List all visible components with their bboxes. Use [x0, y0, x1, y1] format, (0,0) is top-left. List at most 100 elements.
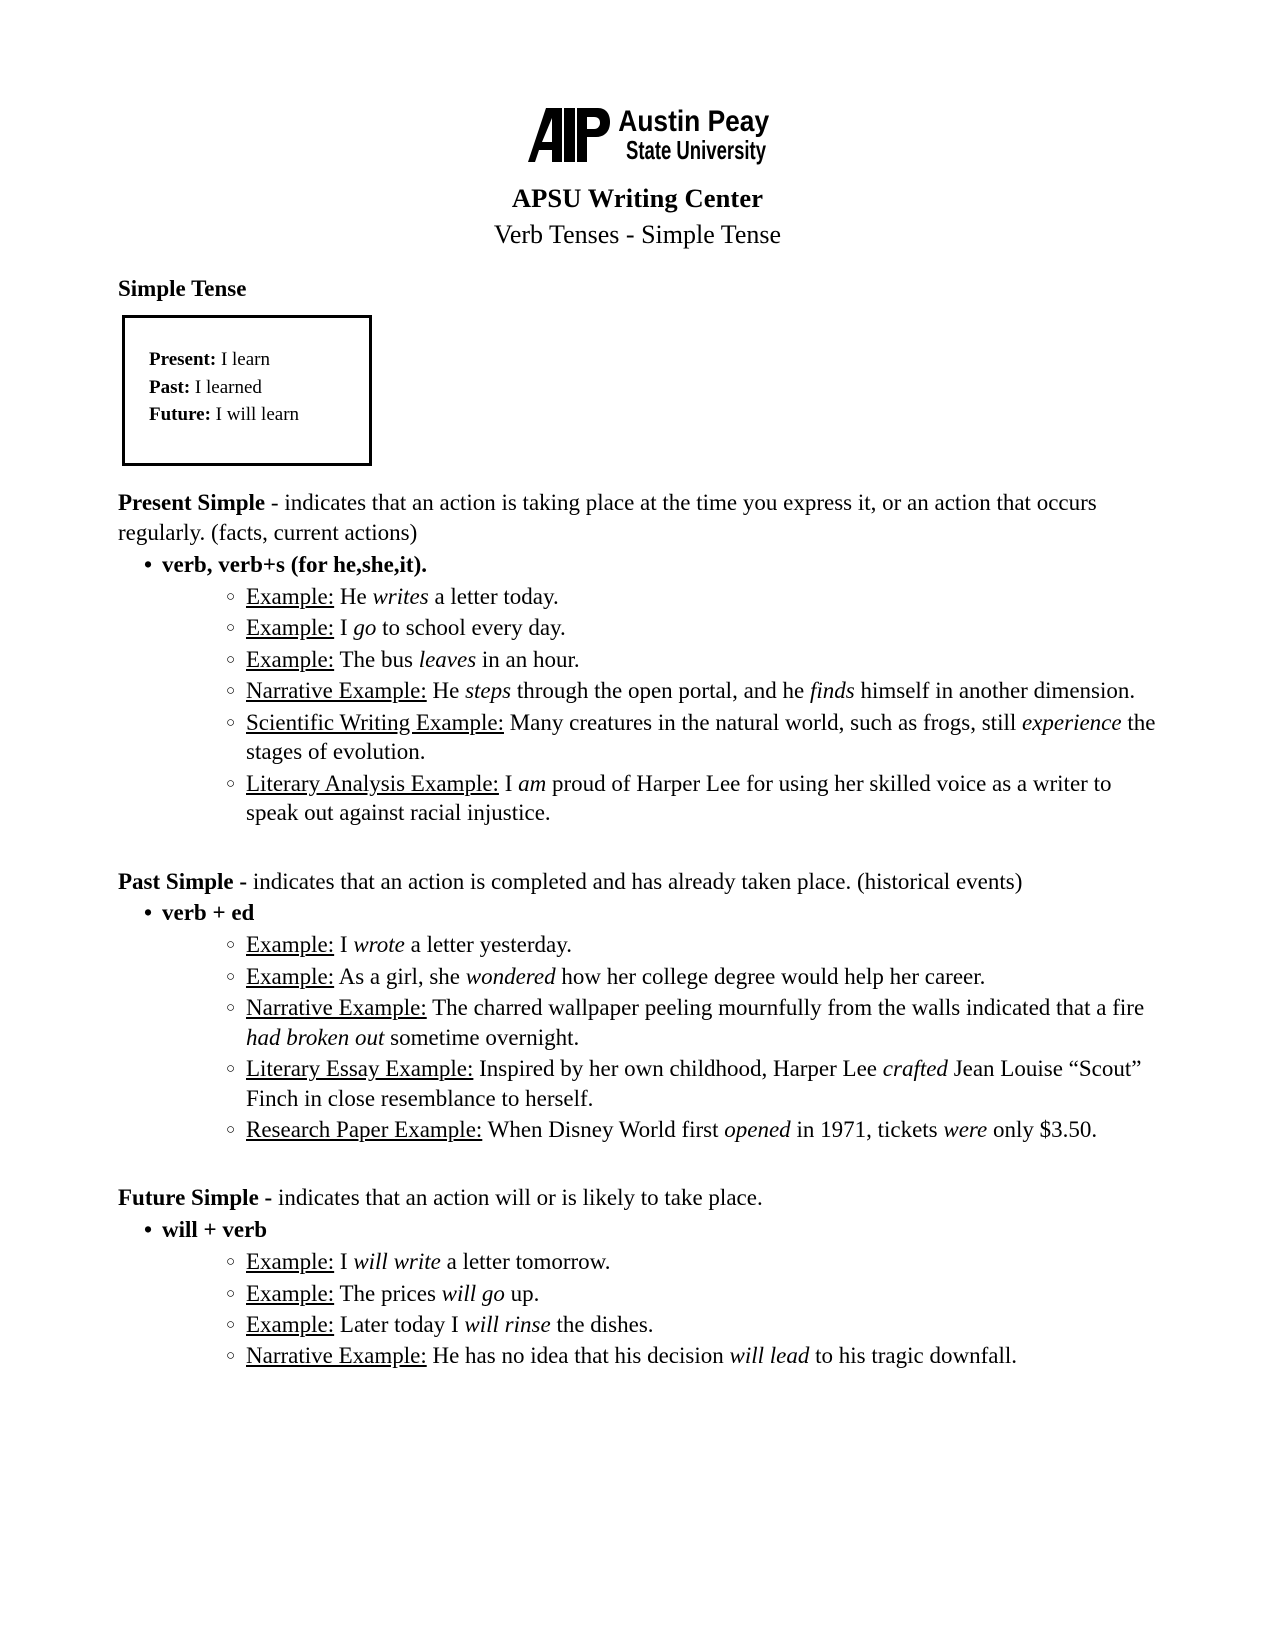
austin-peay-logo-icon: Austin Peay State University	[527, 105, 769, 165]
page-title: APSU Writing Center	[511, 183, 764, 213]
section-title-past-simple: Past Simple -	[118, 868, 248, 894]
example-text-pre: The bus	[334, 646, 419, 672]
example-item: ○ Scientific Writing Example: Many creatu…	[162, 708, 1158, 767]
form-rule-future-simple: • will + verb ○ Example: I will write a let…	[118, 1215, 1158, 1371]
example-list-future-simple: ○ Example: I will write a letter tomorrow…	[162, 1247, 1158, 1371]
tense-row-past: Past: I learned	[149, 374, 369, 402]
bullet-circle-icon: ○	[226, 651, 236, 668]
tense-section-present-simple: Present Simple - indicates that an actio…	[118, 488, 1158, 827]
svg-text:Austin Peay: Austin Peay	[618, 105, 769, 138]
example-text-pre: The charred wallpaper peeling mournfully…	[426, 995, 1145, 1021]
example-item: ○ Narrative Example: He steps through the…	[162, 676, 1158, 705]
document-header: Austin Peay State University APSU Writin…	[0, 104, 1275, 249]
bullet-disc-icon: •	[144, 552, 153, 578]
example-item: ○ Research Paper Example: When Disney Wor…	[162, 1115, 1158, 1144]
tense-sections: Present Simple - indicates that an actio…	[118, 488, 1158, 1371]
document-body: Simple Tense Present: I learn Past: I le…	[118, 275, 1158, 1371]
example-text-post: in 1971, tickets	[790, 1116, 944, 1142]
section-description-text-future-simple: indicates that an action will or is like…	[272, 1185, 763, 1211]
document-page: Austin Peay State University APSU Writin…	[0, 0, 1275, 1650]
section-description-past-simple: Past Simple - indicates that an action i…	[118, 867, 1158, 897]
example-list-present-simple: ○ Example: He writes a letter today. ○ Exam…	[162, 582, 1158, 828]
example-text-pre: Many creatures in the natural world, suc…	[503, 709, 1022, 735]
example-label: Example:	[246, 963, 335, 989]
bullet-circle-icon: ○	[226, 1348, 236, 1365]
section-title-future-simple: Future Simple -	[118, 1185, 273, 1211]
example-label: Example:	[246, 584, 335, 610]
example-verb-italic: experience	[1022, 709, 1122, 735]
apsu-logo: Austin Peay State University	[506, 104, 770, 170]
example-item: ○ Example: As a girl, she wondered how he…	[162, 962, 1158, 991]
example-item: ○ Example: The prices will go up.	[162, 1279, 1158, 1308]
example-verb-italic: had broken out	[246, 1024, 385, 1050]
example-verb-italic: wondered	[465, 963, 556, 989]
tense-row-present-label: Present:	[149, 348, 217, 370]
bullet-disc-icon: •	[144, 900, 153, 926]
page-subtitle: Verb Tenses - Simple Tense	[493, 219, 782, 249]
example-label: Narrative Example:	[246, 995, 427, 1021]
example-item: ○ Literary Essay Example: Inspired by her…	[162, 1054, 1158, 1113]
example-label: Example:	[246, 646, 335, 672]
example-label: Scientific Writing Example:	[246, 709, 504, 735]
bullet-circle-icon: ○	[226, 1317, 236, 1334]
example-verb-italic: opened	[724, 1116, 791, 1142]
tense-section-future-simple: Future Simple - indicates that an action…	[118, 1144, 1158, 1371]
example-text-post: to his tragic downfall.	[809, 1343, 1017, 1369]
example-text-pre: Inspired by her own childhood, Harper Le…	[473, 1056, 883, 1082]
example-text-pre: I	[334, 1249, 354, 1275]
section-description-future-simple: Future Simple - indicates that an action…	[118, 1183, 1158, 1213]
example-text-post: sometime overnight.	[384, 1024, 580, 1050]
example-item: ○ Example: He writes a letter today.	[162, 582, 1158, 611]
form-rule-label-future-simple: will + verb	[162, 1217, 268, 1243]
form-list-present-simple: • verb, verb+s (for he,she,it). ○ Example: …	[118, 550, 1158, 827]
bullet-circle-icon: ○	[226, 1254, 236, 1271]
tense-row-past-label: Past:	[149, 376, 191, 398]
tense-row-future: Future: I will learn	[149, 401, 369, 429]
example-text-pre: I	[498, 770, 519, 796]
example-verb-italic: will rinse	[464, 1312, 551, 1338]
example-item: ○ Example: I go to school every day.	[162, 613, 1158, 642]
tense-section-past-simple: Past Simple - indicates that an action i…	[118, 828, 1158, 1145]
bullet-circle-icon: ○	[226, 775, 236, 792]
example-verb-italic: steps	[465, 678, 512, 704]
example-text-post: a letter tomorrow.	[440, 1249, 611, 1275]
example-text-pre: Later today I	[334, 1312, 465, 1338]
example-verb-italic: am	[518, 770, 547, 796]
section-title-present-simple: Present Simple	[118, 490, 266, 516]
example-text-post-2: himself in another dimension.	[854, 678, 1136, 704]
bullet-circle-icon: ○	[226, 1000, 236, 1017]
simple-tense-summary-box: Present: I learn Past: I learned Future:…	[122, 314, 372, 467]
example-label: Literary Analysis Example:	[246, 770, 499, 796]
example-verb-italic-2: finds	[809, 678, 855, 704]
example-label: Research Paper Example:	[246, 1116, 483, 1142]
example-verb-italic: will write	[353, 1249, 441, 1275]
form-rule-past-simple: • verb + ed ○ Example: I wrote a letter yes…	[118, 898, 1158, 1144]
section-heading-simple-tense: Simple Tense	[118, 276, 247, 301]
example-item: ○ Example: I wrote a letter yesterday.	[162, 930, 1158, 959]
example-item: ○ Example: Later today I will rinse the d…	[162, 1310, 1158, 1339]
section-description-text-past-simple: indicates that an action is completed an…	[247, 868, 1023, 894]
example-verb-italic: go	[353, 615, 377, 641]
form-list-future-simple: • will + verb ○ Example: I will write a let…	[118, 1215, 1158, 1371]
bullet-circle-icon: ○	[226, 1121, 236, 1138]
example-item: ○ Narrative Example: He has no idea that …	[162, 1341, 1158, 1370]
example-text-pre: I	[334, 615, 354, 641]
example-verb-italic: will lead	[729, 1343, 810, 1369]
example-label: Example:	[246, 1249, 335, 1275]
form-rule-label-past-simple: verb + ed	[162, 900, 255, 926]
example-verb-italic-2: were	[943, 1116, 988, 1142]
svg-text:State University: State University	[626, 135, 766, 165]
section-description-present-simple: Present Simple - indicates that an actio…	[118, 488, 1158, 548]
example-label: Example:	[246, 932, 335, 958]
form-rule-present-simple: • verb, verb+s (for he,she,it). ○ Example: …	[118, 550, 1158, 827]
example-text-post-2: only $3.50.	[987, 1116, 1098, 1142]
form-rule-label-present-simple: verb, verb+s (for he,she,it).	[162, 552, 427, 578]
tense-row-past-value: I learned	[190, 376, 262, 398]
example-text-pre: I	[334, 932, 354, 958]
bullet-disc-icon: •	[144, 1217, 153, 1243]
example-text-post: through the open portal, and he	[511, 678, 810, 704]
bullet-circle-icon: ○	[226, 589, 236, 606]
example-label: Example:	[246, 615, 335, 641]
